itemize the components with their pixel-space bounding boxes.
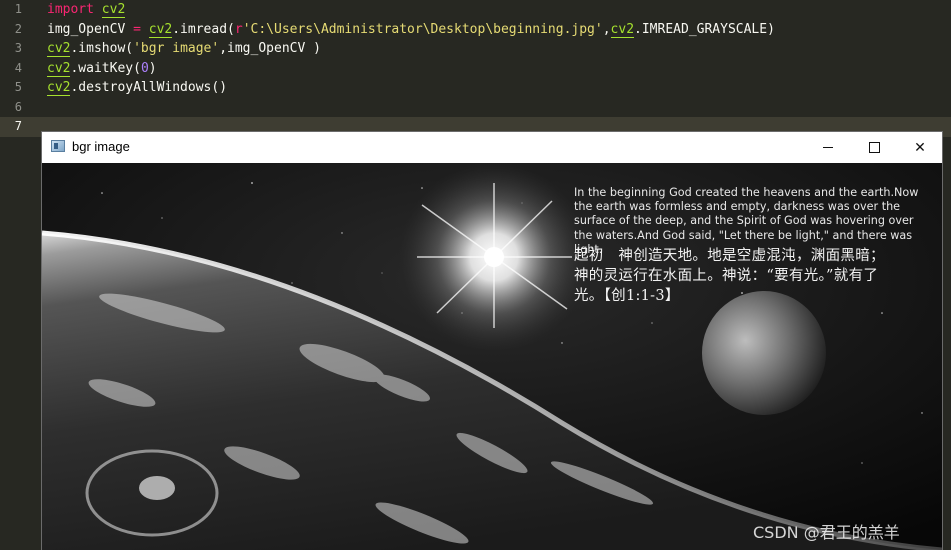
line-number: 5 — [14, 80, 22, 94]
csdn-watermark: CSDN @君王的羔羊 — [753, 523, 900, 542]
window-titlebar[interactable]: bgr image ✕ — [42, 132, 942, 163]
code-line[interactable]: 3 cv2.imshow('bgr image',img_OpenCV ) — [0, 39, 951, 59]
line-number: 6 — [14, 99, 22, 114]
code-line[interactable]: 6 — [0, 98, 951, 118]
planet — [702, 291, 826, 415]
code-line[interactable]: 2 img_OpenCV = cv2.imread(r'C:\Users\Admi… — [0, 20, 951, 40]
close-button[interactable]: ✕ — [897, 132, 943, 163]
line-number: 2 — [14, 21, 22, 36]
minimize-button[interactable] — [805, 132, 851, 163]
minimize-icon — [823, 147, 833, 148]
opencv-window: bgr image ✕ In the beginning God created… — [42, 132, 942, 550]
verse-chinese: 起初 神创造天地。地是空虚混沌，渊面黑暗； 神的灵运行在水面上。神说：“要有光。… — [574, 248, 893, 304]
code-line[interactable]: 4 cv2.waitKey(0) — [0, 59, 951, 79]
line-number: 7 — [14, 119, 22, 133]
code-text: cv2.destroyAllWindows() — [47, 80, 228, 96]
maximize-button[interactable] — [851, 132, 897, 163]
window-title: bgr image — [72, 139, 130, 154]
maximize-icon — [868, 142, 880, 153]
displayed-image: In the beginning God created the heavens… — [42, 163, 942, 550]
code-line[interactable]: 5 cv2.destroyAllWindows() — [0, 78, 951, 98]
line-number: 1 — [14, 2, 22, 16]
code-text: cv2.imshow('bgr image',img_OpenCV ) — [47, 41, 321, 57]
window-app-icon — [51, 140, 65, 152]
code-text: img_OpenCV = cv2.imread(r'C:\Users\Admin… — [47, 21, 775, 38]
code-text: import cv2 — [47, 2, 126, 18]
code-line[interactable]: 1 import cv2 — [0, 0, 951, 20]
code-text: cv2.waitKey(0) — [47, 60, 157, 77]
line-number: 4 — [14, 60, 22, 75]
line-number: 3 — [14, 41, 22, 55]
close-icon: ✕ — [914, 139, 926, 155]
